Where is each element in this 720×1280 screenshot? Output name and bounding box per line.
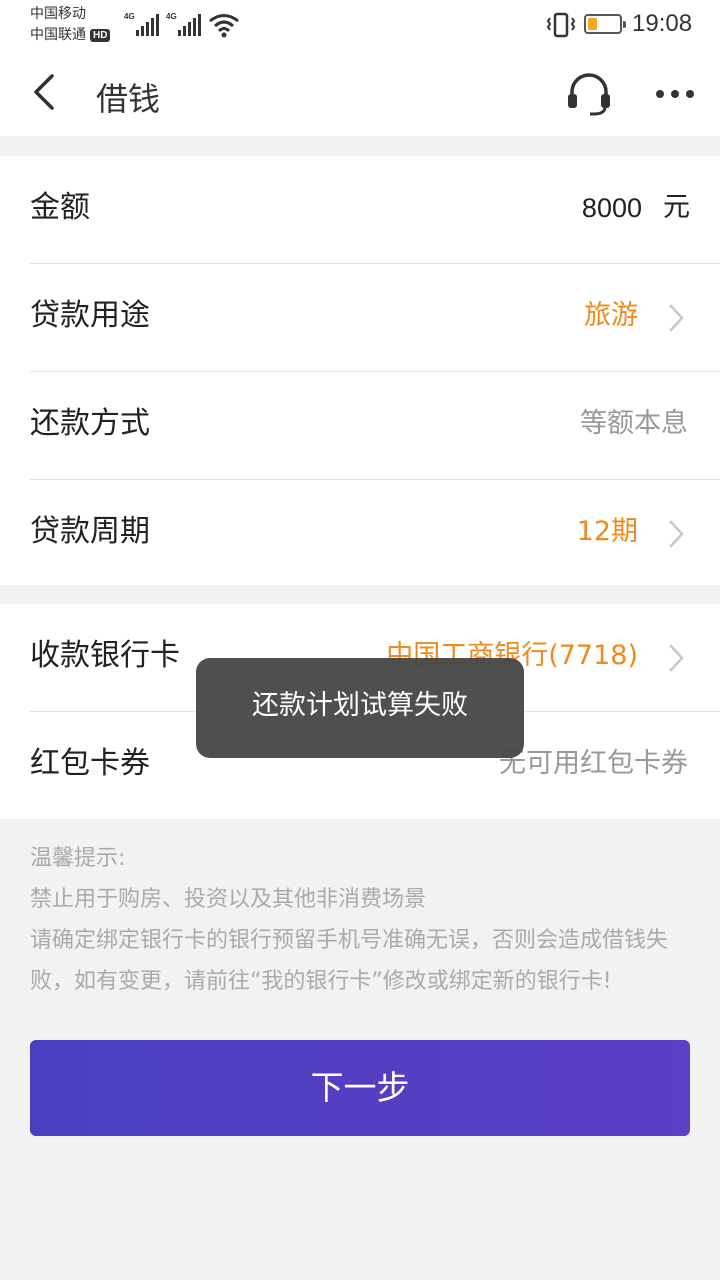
term-value: 12期 (576, 516, 638, 547)
repayment-method-label: 还款方式 (30, 406, 150, 441)
amount-label: 金额 (30, 190, 90, 225)
carrier-2: 中国联通 (30, 27, 86, 43)
amount-unit: 元 (663, 192, 690, 223)
signal-1-icon: 4G (124, 12, 164, 36)
signal-2-icon: 4G (166, 12, 206, 36)
repayment-method-value: 等额本息 (580, 408, 688, 439)
coupon-value: 无可用红包卡券 (499, 748, 688, 779)
bank-card-label: 收款银行卡 (30, 638, 180, 673)
purpose-value: 旅游 (584, 300, 638, 331)
header-bar: 借钱 (0, 50, 720, 136)
hd-badge: HD (90, 29, 111, 42)
next-step-button[interactable]: 下一步 (30, 1040, 690, 1136)
amount-row[interactable]: 金额 8000 元 (0, 156, 720, 264)
chevron-right-icon (669, 644, 684, 672)
more-options-icon[interactable] (648, 72, 702, 116)
tips-line-1: 禁止用于购房、投资以及其他非消费场景 (30, 887, 427, 912)
chevron-right-icon (669, 304, 684, 332)
wifi-icon (209, 14, 239, 38)
coupon-label: 红包卡券 (30, 746, 150, 781)
loan-form-card: 金额 8000 元 贷款用途 旅游 还款方式 等额本息 贷款周期 12期 (0, 156, 720, 585)
tips-title: 温馨提示: (30, 846, 126, 871)
network-type-1: 4G (124, 12, 135, 21)
battery-icon (584, 14, 626, 34)
page-title: 借钱 (96, 80, 161, 118)
purpose-row[interactable]: 贷款用途 旅游 (0, 264, 720, 372)
repayment-method-row: 还款方式 等额本息 (0, 372, 720, 480)
network-type-2: 4G (166, 12, 177, 21)
amount-value[interactable]: 8000 (582, 156, 642, 260)
chevron-right-icon (669, 520, 684, 548)
carrier-info: 中国移动 中国联通 HD (30, 4, 111, 46)
term-label: 贷款周期 (30, 514, 150, 549)
vibrate-icon (546, 12, 576, 38)
tips-line-2: 请确定绑定银行卡的银行预留手机号准确无误，否则会造成借钱失败，如有变更，请前往“… (30, 928, 669, 994)
error-toast: 还款计划试算失败 (196, 658, 524, 758)
battery-fill (588, 18, 597, 30)
customer-service-icon[interactable] (564, 68, 614, 118)
tips-section: 温馨提示: 禁止用于购房、投资以及其他非消费场景 请确定绑定银行卡的银行预留手机… (30, 838, 690, 1002)
carrier-1: 中国移动 (30, 6, 86, 22)
back-arrow-icon[interactable] (22, 70, 66, 114)
status-bar: 中国移动 中国联通 HD 4G 4G 19:08 (0, 0, 720, 50)
term-row[interactable]: 贷款周期 12期 (0, 480, 720, 588)
purpose-label: 贷款用途 (30, 298, 150, 333)
status-time: 19:08 (632, 10, 693, 37)
